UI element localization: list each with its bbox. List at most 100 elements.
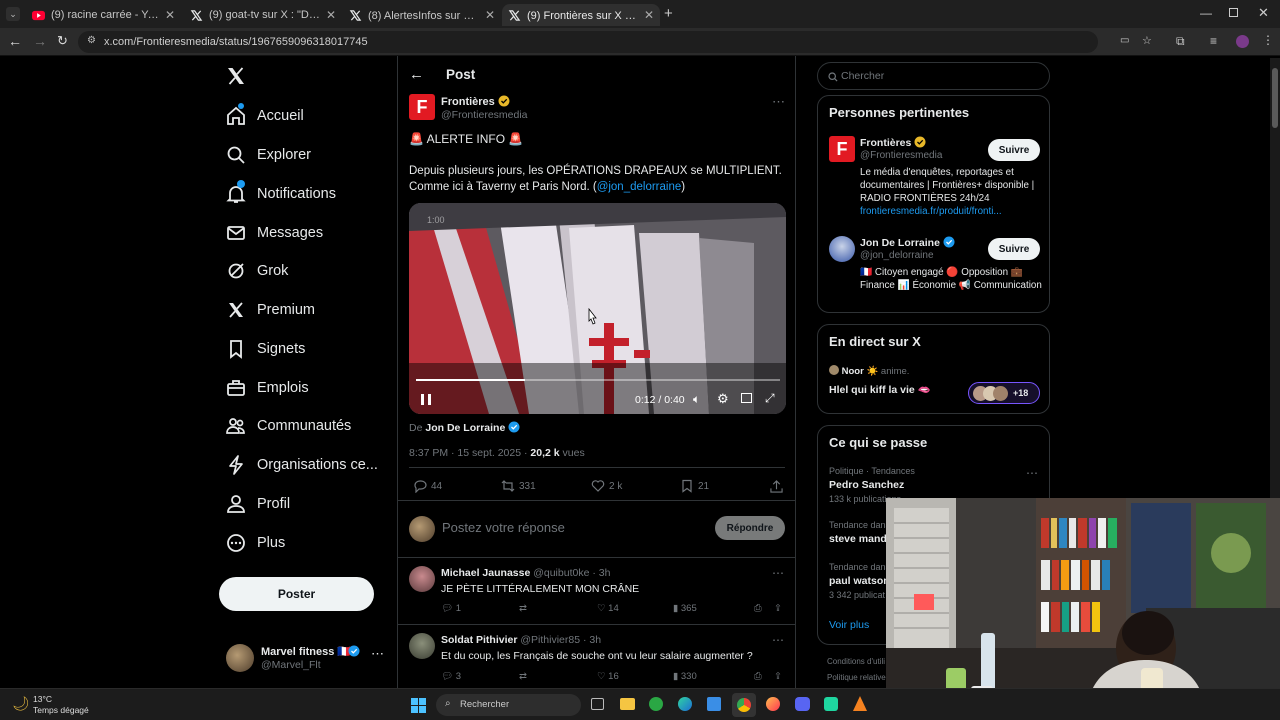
list-item[interactable]: Soldat Pithivier @Pithivier85 · 3h ⋯ Et … bbox=[398, 625, 795, 688]
author-avatar[interactable]: F bbox=[409, 94, 435, 120]
close-tab-icon[interactable]: ✕ bbox=[165, 8, 175, 22]
firefox-icon[interactable] bbox=[766, 697, 780, 711]
nav-grok[interactable]: Grok bbox=[225, 256, 288, 286]
back-icon[interactable]: ← bbox=[8, 33, 22, 49]
reply-count[interactable]: 💬︎ 1 bbox=[441, 603, 461, 614]
reply-input[interactable]: Postez votre réponse bbox=[442, 520, 565, 535]
more-options-icon[interactable]: ⋯ bbox=[772, 633, 784, 647]
person-name[interactable]: Frontières bbox=[860, 137, 911, 149]
store-icon[interactable] bbox=[707, 697, 721, 711]
live-host[interactable]: Noor ☀️ anime. bbox=[829, 365, 909, 377]
mention-link[interactable]: @jon_delorraine bbox=[597, 181, 682, 193]
file-explorer-icon[interactable] bbox=[620, 698, 635, 710]
volume-icon[interactable]: 🔈︎ bbox=[693, 392, 700, 407]
see-more-link[interactable]: Voir plus bbox=[829, 619, 869, 631]
fullscreen-icon[interactable]: ⤢ bbox=[765, 391, 775, 406]
reply-button[interactable]: Répondre bbox=[715, 516, 785, 540]
search-input[interactable]: Chercher bbox=[817, 62, 1050, 90]
bookmark-icon[interactable]: ⎙ bbox=[754, 671, 762, 682]
close-window-icon[interactable]: ✕ bbox=[1258, 5, 1269, 21]
browser-tab[interactable]: (9) racine carrée - YouTube✕ bbox=[26, 4, 181, 26]
discord-icon[interactable] bbox=[795, 697, 810, 711]
person-link[interactable]: frontieresmedia.fr/produit/fronti... bbox=[860, 206, 1002, 217]
bookmark-icon[interactable]: ⎙ bbox=[754, 603, 762, 614]
extensions-icon[interactable]: ⧉ bbox=[1176, 34, 1185, 49]
repost-icon[interactable]: ⇄ bbox=[519, 603, 527, 614]
windows-start-icon[interactable] bbox=[411, 698, 426, 713]
bookmark-action[interactable]: 21 bbox=[680, 479, 709, 493]
views-count[interactable]: ▮ 365 bbox=[673, 603, 697, 614]
chrome-icon[interactable] bbox=[732, 693, 756, 717]
more-options-icon[interactable]: ⋯ bbox=[772, 94, 785, 110]
nav-profile[interactable]: Profil bbox=[225, 489, 290, 519]
vlc-icon[interactable] bbox=[853, 696, 867, 711]
source-author-link[interactable]: Jon De Lorraine bbox=[425, 422, 505, 434]
nav-messages[interactable]: Messages bbox=[225, 218, 323, 248]
task-view-icon[interactable] bbox=[591, 698, 604, 710]
pip-icon[interactable] bbox=[741, 393, 752, 403]
weather-widget[interactable]: 🌙︎ 13°C Temps dégagé bbox=[10, 693, 120, 717]
pause-icon[interactable] bbox=[421, 394, 431, 405]
edge-icon[interactable] bbox=[678, 697, 692, 711]
reply-count[interactable]: 💬︎ 3 bbox=[441, 671, 461, 682]
url-field[interactable]: ⚙ x.com/Frontieresmedia/status/196765909… bbox=[78, 31, 1152, 53]
more-options-icon[interactable]: ⋯ bbox=[371, 646, 384, 662]
reading-list-icon[interactable]: ≡ bbox=[1210, 34, 1217, 48]
close-tab-icon[interactable]: ✕ bbox=[644, 8, 654, 22]
list-item[interactable]: Michael Jaunasse @quibut0ke · 3h ⋯ JE PÈ… bbox=[398, 558, 795, 624]
post-button[interactable]: Poster bbox=[219, 577, 374, 611]
like-count[interactable]: ♡ 14 bbox=[597, 603, 619, 614]
nav-bookmarks[interactable]: Signets bbox=[225, 334, 305, 364]
share-icon[interactable]: ⇪ bbox=[774, 671, 782, 682]
author-name[interactable]: Frontières bbox=[441, 95, 510, 108]
footer-link[interactable]: Conditions d'utili bbox=[827, 657, 885, 666]
menu-kebab-icon[interactable]: ⋮ bbox=[1262, 33, 1274, 47]
site-info-icon[interactable]: ⚙ bbox=[87, 35, 96, 46]
share-icon[interactable] bbox=[770, 480, 783, 493]
install-icon[interactable]: ▭ bbox=[1120, 35, 1129, 46]
nav-communities[interactable]: Communautés bbox=[225, 411, 351, 441]
profile-icon[interactable] bbox=[1236, 35, 1249, 48]
reply-author[interactable]: Soldat Pithivier bbox=[441, 634, 517, 646]
person-avatar[interactable]: F bbox=[829, 136, 855, 162]
author-handle[interactable]: @Frontieresmedia bbox=[441, 109, 528, 121]
like-count[interactable]: ♡ 16 bbox=[597, 671, 619, 682]
follow-button[interactable]: Suivre bbox=[988, 238, 1040, 260]
minimize-icon[interactable]: — bbox=[1200, 6, 1212, 20]
nav-organizations[interactable]: Organisations ce... bbox=[225, 450, 378, 480]
nav-explore[interactable]: Explorer bbox=[225, 140, 311, 170]
browser-tab[interactable]: (9) goat-tv sur X : "Dinguerie ! l✕ bbox=[184, 4, 342, 26]
account-switcher[interactable]: Marvel fitness 🇫🇷 @Marvel_Flt ⋯ bbox=[226, 642, 386, 674]
browser-tab[interactable]: (8) AlertesInfos sur X : "🚨🇮🇳 IN✕ bbox=[343, 4, 501, 26]
space-title[interactable]: Hlel qui kiff la vie 🫦 bbox=[829, 383, 931, 396]
xbox-icon[interactable] bbox=[649, 697, 663, 711]
tab-list-icon[interactable]: ⌄ bbox=[6, 7, 20, 21]
scrollbar-thumb[interactable] bbox=[1272, 68, 1278, 128]
close-tab-icon[interactable]: ✕ bbox=[326, 8, 336, 22]
bookmark-star-icon[interactable]: ☆ bbox=[1142, 34, 1152, 47]
nav-notifications[interactable]: Notifications bbox=[225, 179, 336, 209]
new-tab-icon[interactable]: + bbox=[664, 5, 673, 22]
person-avatar[interactable] bbox=[829, 236, 855, 262]
nav-premium[interactable]: Premium bbox=[225, 295, 315, 325]
person-name[interactable]: Jon De Lorraine bbox=[860, 237, 940, 249]
repost-action[interactable]: 331 bbox=[501, 479, 536, 493]
follow-button[interactable]: Suivre bbox=[988, 139, 1040, 161]
forward-icon[interactable]: → bbox=[33, 33, 47, 49]
footer-link[interactable]: Politique relative bbox=[827, 673, 886, 682]
share-icon[interactable]: ⇪ bbox=[774, 603, 782, 614]
back-arrow-icon[interactable]: ← bbox=[409, 66, 424, 83]
views-count[interactable]: ▮ 330 bbox=[673, 671, 697, 682]
close-tab-icon[interactable]: ✕ bbox=[485, 8, 495, 22]
taskbar-search[interactable]: ⌕ Rechercher bbox=[436, 694, 581, 716]
settings-gear-icon[interactable]: ⚙︎ bbox=[717, 391, 729, 407]
listeners-pill[interactable]: +18 bbox=[968, 382, 1040, 404]
reply-author[interactable]: Michael Jaunasse bbox=[441, 567, 530, 579]
restore-icon[interactable] bbox=[1229, 8, 1238, 17]
nav-home[interactable]: Accueil bbox=[225, 101, 304, 131]
more-options-icon[interactable]: ⋯ bbox=[1026, 466, 1038, 480]
x-logo-icon[interactable] bbox=[226, 66, 246, 86]
more-options-icon[interactable]: ⋯ bbox=[772, 566, 784, 580]
like-action[interactable]: 2 k bbox=[591, 479, 622, 493]
reply-action[interactable]: 44 bbox=[413, 479, 442, 493]
